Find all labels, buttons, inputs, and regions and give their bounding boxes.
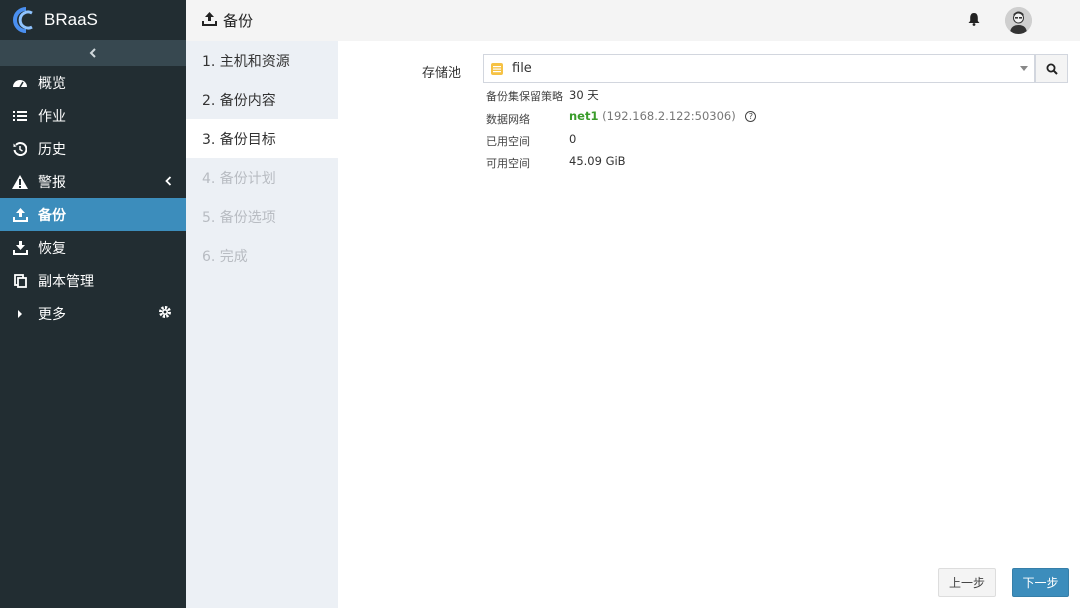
used-space-value: 0 — [569, 132, 577, 146]
page-title: 备份 — [202, 10, 253, 31]
logo[interactable]: BRaaS — [0, 0, 186, 40]
chevron-left-icon — [165, 174, 172, 190]
sidebar-item-backup[interactable]: 备份 — [0, 198, 186, 231]
sidebar-collapse-button[interactable] — [0, 40, 186, 66]
step-hosts-resources[interactable]: 1. 主机和资源 — [186, 41, 338, 80]
upload-icon — [12, 207, 28, 223]
caret-right-icon — [12, 306, 28, 322]
sidebar-item-label: 副本管理 — [38, 273, 94, 290]
step-backup-content[interactable]: 2. 备份内容 — [186, 80, 338, 119]
sidebar-item-label: 作业 — [38, 108, 66, 125]
sidebar-item-label: 更多 — [38, 306, 66, 323]
upload-icon — [202, 11, 217, 30]
free-space-value: 45.09 GiB — [569, 154, 626, 168]
sidebar: BRaaS 概览 作业 历史 警报 备份 恢复 副本管理 更多 — [0, 0, 186, 608]
avatar[interactable] — [1005, 7, 1032, 34]
storage-pool-select[interactable]: file — [483, 54, 1035, 83]
search-icon — [1046, 63, 1058, 75]
search-button[interactable] — [1035, 54, 1068, 83]
help-icon[interactable]: ? — [745, 111, 757, 122]
free-space-label: 可用空间 — [486, 157, 530, 170]
chevron-left-icon — [89, 48, 96, 58]
sidebar-item-restore[interactable]: 恢复 — [0, 231, 186, 264]
copy-icon — [12, 273, 28, 289]
sidebar-item-more[interactable]: 更多 — [0, 297, 186, 330]
network-value: net1 (192.168.2.122:50306) ? — [569, 109, 757, 123]
page-header: 备份 — [186, 0, 1080, 41]
storage-pool-label: 存储池 — [422, 66, 462, 81]
network-name: net1 — [569, 109, 599, 123]
network-label: 数据网络 — [486, 113, 530, 126]
next-button[interactable]: 下一步 — [1012, 568, 1069, 597]
prev-button[interactable]: 上一步 — [938, 568, 996, 597]
gear-icon[interactable] — [158, 305, 172, 323]
main-content: 存储池 file 备份集保留策略 30 天 数据网络 net1 (192.168… — [338, 41, 1080, 608]
dashboard-icon — [12, 75, 28, 91]
step-backup-schedule: 4. 备份计划 — [202, 170, 276, 187]
sidebar-item-jobs[interactable]: 作业 — [0, 99, 186, 132]
logo-icon — [13, 7, 33, 33]
step-backup-options: 5. 备份选项 — [202, 209, 276, 226]
network-address: (192.168.2.122:50306) — [602, 109, 736, 123]
used-space-label: 已用空间 — [486, 135, 530, 148]
tasks-icon — [12, 108, 28, 124]
bell-icon[interactable] — [968, 12, 980, 30]
caret-down-icon — [1020, 66, 1028, 71]
step-backup-target[interactable]: 3. 备份目标 — [186, 119, 338, 158]
app-name: BRaaS — [44, 10, 98, 29]
storage-pool-value: file — [512, 61, 532, 76]
step-finish: 6. 完成 — [202, 248, 248, 265]
sidebar-item-history[interactable]: 历史 — [0, 132, 186, 165]
sidebar-item-copies[interactable]: 副本管理 — [0, 264, 186, 297]
sidebar-item-overview[interactable]: 概览 — [0, 66, 186, 99]
wizard-steps: 1. 主机和资源 2. 备份内容 3. 备份目标 4. 备份计划 5. 备份选项… — [186, 41, 338, 608]
download-icon — [12, 240, 28, 256]
warning-icon — [12, 174, 28, 190]
sidebar-item-alerts[interactable]: 警报 — [0, 165, 186, 198]
retention-value: 30 天 — [569, 88, 599, 102]
sidebar-item-label: 警报 — [38, 174, 66, 191]
database-icon — [491, 62, 503, 75]
retention-label: 备份集保留策略 — [486, 90, 563, 103]
sidebar-item-label: 备份 — [38, 207, 66, 224]
sidebar-item-label: 历史 — [38, 141, 66, 158]
sidebar-item-label: 恢复 — [38, 240, 66, 257]
sidebar-item-label: 概览 — [38, 75, 66, 92]
page-title-text: 备份 — [223, 12, 254, 30]
history-icon — [12, 141, 28, 157]
